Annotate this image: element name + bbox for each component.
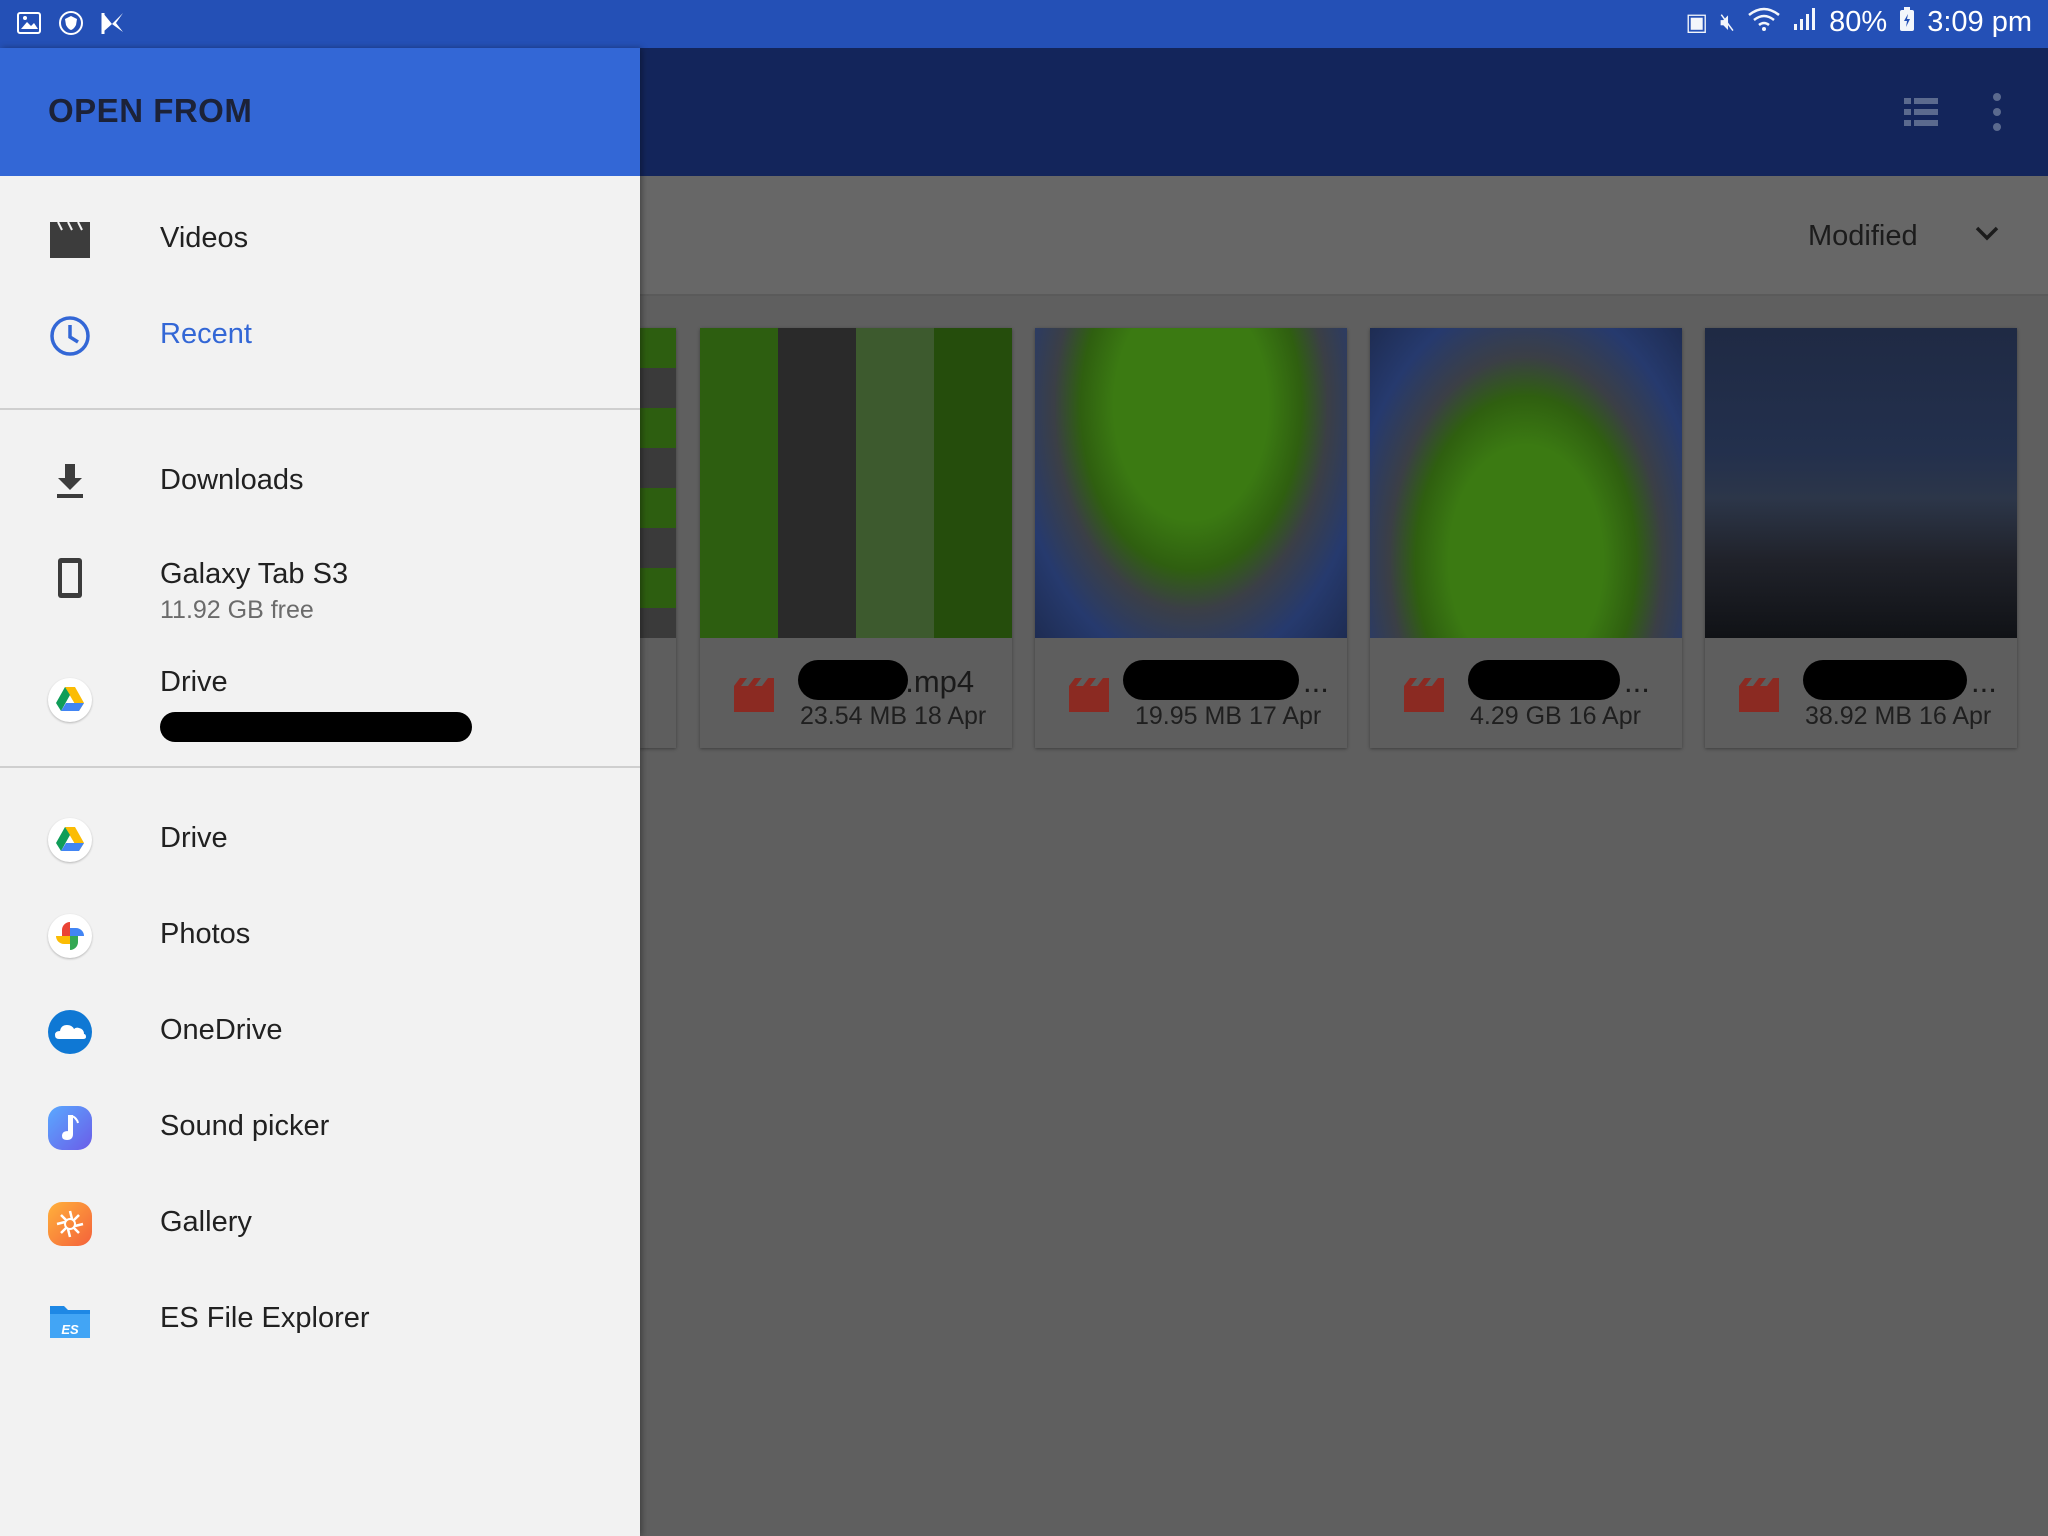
gallery-icon — [48, 1202, 92, 1246]
nav-item-label: Photos — [160, 918, 251, 950]
clock-icon — [48, 314, 92, 358]
battery-saver-icon: ▣ — [1685, 9, 1709, 36]
nav-item-label: Galaxy Tab S3 — [160, 558, 349, 590]
google-drive-icon — [48, 818, 92, 862]
file-meta: 19.95 MB 17 Apr — [1135, 702, 1322, 730]
nav-item-drive[interactable]: Drive — [0, 792, 640, 888]
nav-item-label: Drive — [160, 822, 228, 854]
file-meta: 38.92 MB 16 Apr — [1805, 702, 1992, 730]
nav-item-label: Videos — [160, 222, 249, 254]
download-icon — [48, 460, 92, 504]
nav-item-drive-account[interactable]: Drive — [0, 652, 640, 748]
svg-text:ES: ES — [61, 1322, 79, 1337]
status-bar: ▣ 🔇︎ 80% 3:09 pm — [0, 0, 2048, 48]
video-thumbnail — [1705, 328, 2017, 638]
more-options-icon[interactable] — [1992, 92, 2002, 132]
file-name: ... — [1624, 664, 1650, 699]
image-notification-icon — [16, 10, 42, 36]
open-from-drawer: OPEN FROM Videos Recent Downloads Galaxy… — [0, 48, 640, 1536]
video-thumbnail — [700, 328, 1012, 638]
chevron-down-icon[interactable] — [1972, 218, 2002, 248]
storage-free-text: 11.92 GB free — [160, 596, 314, 624]
drawer-header: OPEN FROM — [0, 48, 640, 176]
file-meta: 4.29 GB 16 Apr — [1470, 702, 1641, 730]
video-file-icon — [1069, 678, 1109, 712]
tablet-icon — [48, 556, 92, 600]
redaction-mark — [160, 712, 472, 742]
nav-item-sound-picker[interactable]: Sound picker — [0, 1080, 640, 1176]
battery-icon — [1899, 6, 1915, 39]
file-card[interactable]: ... 19.95 MB 17 Apr — [1035, 328, 1347, 748]
flag-notification-icon — [100, 10, 126, 36]
video-file-icon — [1404, 678, 1444, 712]
nav-item-gallery[interactable]: Gallery — [0, 1176, 640, 1272]
redaction-mark — [798, 660, 908, 700]
divider — [0, 408, 640, 410]
google-drive-icon — [48, 678, 92, 722]
nav-item-label: Drive — [160, 666, 228, 698]
nav-item-galaxy-tab[interactable]: Galaxy Tab S3 11.92 GB free — [0, 544, 640, 640]
video-clapper-icon — [48, 218, 92, 262]
sound-picker-icon — [48, 1106, 92, 1150]
file-name: ... — [1303, 664, 1329, 699]
nav-item-recent[interactable]: Recent — [0, 288, 640, 384]
file-name: ... — [1971, 664, 1997, 699]
file-card[interactable]: o.mp4 23.54 MB 18 Apr — [700, 328, 1012, 748]
sort-bar: Modified — [640, 176, 2048, 296]
mute-icon: 🔇︎ — [1720, 8, 1736, 36]
redaction-mark — [1468, 660, 1620, 700]
signal-icon — [1793, 6, 1817, 39]
nav-item-label: Recent — [160, 318, 252, 350]
wifi-icon — [1747, 6, 1781, 39]
file-card[interactable]: ... 38.92 MB 16 Apr — [1705, 328, 2017, 748]
nav-item-label: Gallery — [160, 1206, 252, 1238]
divider — [0, 766, 640, 768]
redaction-mark — [1803, 660, 1967, 700]
redaction-mark — [1123, 660, 1299, 700]
nav-item-label: Downloads — [160, 464, 304, 496]
battery-percent: 80% — [1829, 6, 1888, 38]
sort-dropdown[interactable]: Modified — [1808, 220, 1918, 253]
nav-item-onedrive[interactable]: OneDrive — [0, 984, 640, 1080]
video-thumbnail — [1035, 328, 1347, 638]
video-thumbnail — [1370, 328, 1682, 638]
nav-item-downloads[interactable]: Downloads — [0, 434, 640, 530]
system-status: ▣ 🔇︎ 80% 3:09 pm — [1685, 6, 2032, 39]
file-card[interactable]: ... 4.29 GB 16 Apr — [1370, 328, 1682, 748]
nav-item-photos[interactable]: Photos — [0, 888, 640, 984]
nav-item-videos[interactable]: Videos — [0, 192, 640, 288]
drawer-title: OPEN FROM — [48, 92, 253, 129]
video-file-icon — [1739, 678, 1779, 712]
nav-item-label: OneDrive — [160, 1014, 283, 1046]
onedrive-icon — [48, 1010, 92, 1054]
video-file-icon — [734, 678, 774, 712]
notification-icons — [16, 10, 126, 36]
file-card-partial[interactable] — [640, 328, 676, 748]
clock-time: 3:09 pm — [1927, 6, 2032, 38]
nav-item-es-file-explorer[interactable]: ES ES File Explorer — [0, 1272, 640, 1368]
google-photos-icon — [48, 914, 92, 958]
nav-item-label: Sound picker — [160, 1110, 330, 1142]
shield-notification-icon — [58, 10, 84, 36]
list-view-icon[interactable] — [1904, 98, 1938, 126]
nav-item-label: ES File Explorer — [160, 1302, 370, 1334]
file-meta: 23.54 MB 18 Apr — [800, 702, 987, 730]
es-file-explorer-icon: ES — [48, 1298, 92, 1342]
